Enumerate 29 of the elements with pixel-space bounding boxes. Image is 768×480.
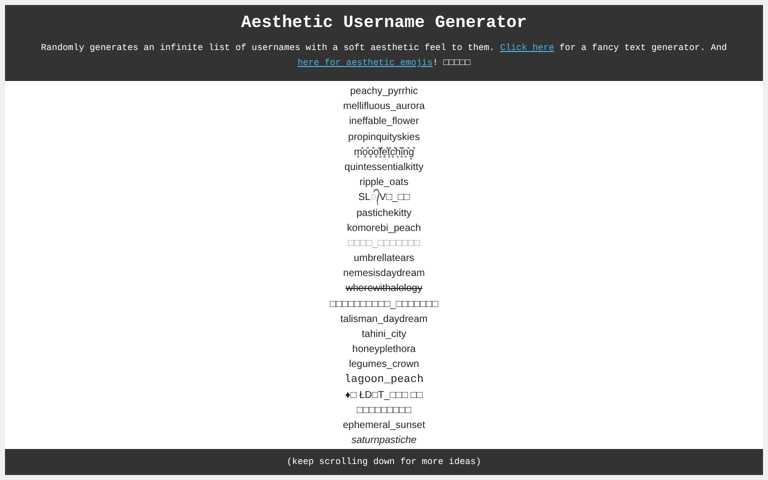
username-text: quintessentialkitty (344, 160, 424, 175)
username-text: peachy_pyrrhic (350, 85, 418, 99)
username-text: ephemeral_sunset (342, 419, 426, 434)
username-text: ineffable_flower (349, 115, 419, 130)
username-text: pastichekitty (356, 206, 412, 220)
username-text: legumes_crown (348, 358, 420, 372)
username-text: lagoon_peach (344, 372, 424, 388)
username-text: SL᭄V□_□□ (358, 190, 410, 206)
username-text: propinquityskies (348, 130, 420, 145)
page-title: Aesthetic Username Generator (240, 14, 528, 33)
username-text: ♦□ ŁD□T_□□□ □□ (345, 388, 423, 403)
intro-text: Randomly generates an infinite list of usernames with a soft aesthetic feel to them. Click here for a fancy text generator. And here for aesthetic emojis! □□□□□ (40, 42, 728, 70)
username-text: mellifluous_aurora (343, 100, 425, 114)
emojis-link[interactable]: here for aesthetic emojis (298, 58, 433, 68)
username-text: ripple_oats (360, 176, 408, 189)
username-text: □□□□_□□□□□□□ (348, 236, 420, 251)
username-text: □□□□□□□□□ (356, 404, 412, 418)
username-text: m̥̊o̥̊o̥̊o̥̊f̥̊e̥̊t̥̊c̥̊h̥̊i̥̊n̥̊g̥̊ (354, 146, 414, 160)
username-text: umbrellatears (354, 252, 414, 266)
text-generator-link[interactable]: Click here (500, 43, 554, 53)
username-text: wherewithalology (346, 282, 422, 296)
username-text: nemesisdaydream (343, 267, 425, 282)
scroll-hint: (keep scrolling down for more ideas) (286, 456, 482, 467)
username-text: tahini_city (362, 328, 406, 342)
username-text: talisman_daydream (340, 312, 428, 327)
username-text: komorebi_peach (347, 222, 421, 236)
username-text: □□□□□□□□□□_□□□□□□□ (330, 298, 438, 312)
username-text: saturnpastiche (351, 434, 417, 448)
username-text: honeyplethora (352, 343, 416, 358)
